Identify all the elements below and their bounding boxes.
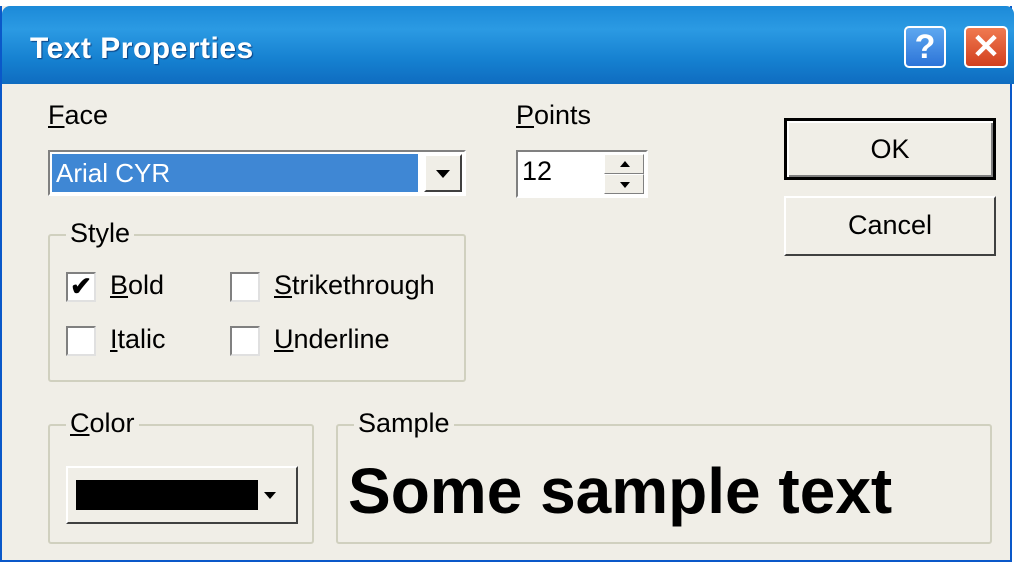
underline-label[interactable]: Underline bbox=[274, 324, 390, 355]
face-dropdown[interactable]: Arial CYR bbox=[48, 150, 466, 196]
chevron-down-icon bbox=[436, 170, 450, 178]
style-legend: Style bbox=[66, 218, 135, 249]
strikethrough-label[interactable]: Strikethrough bbox=[274, 270, 435, 301]
italic-checkbox[interactable] bbox=[66, 326, 96, 356]
arrow-down-icon bbox=[620, 182, 630, 188]
face-label-accelerator: F bbox=[48, 100, 65, 130]
bold-checkbox[interactable]: ✔ bbox=[66, 272, 96, 302]
checkmark-icon: ✔ bbox=[70, 271, 92, 301]
points-increment-button[interactable] bbox=[604, 154, 644, 174]
color-legend: Color bbox=[66, 408, 139, 439]
help-button[interactable]: ? bbox=[904, 26, 946, 68]
style-group: Style ✔ Bold Italic Strikethrough Underl… bbox=[48, 218, 466, 382]
points-label: Points bbox=[516, 100, 591, 131]
bold-label[interactable]: Bold bbox=[110, 270, 164, 301]
italic-accelerator: I bbox=[110, 324, 118, 354]
italic-label[interactable]: Italic bbox=[110, 324, 166, 355]
color-picker-button[interactable] bbox=[66, 466, 298, 524]
title-bar[interactable]: Text Properties ? ✕ bbox=[2, 6, 1014, 84]
underline-checkbox[interactable] bbox=[230, 326, 260, 356]
italic-label-text: talic bbox=[117, 324, 166, 354]
close-button[interactable]: ✕ bbox=[964, 26, 1008, 68]
face-dropdown-button[interactable] bbox=[424, 154, 462, 192]
points-value[interactable]: 12 bbox=[522, 156, 552, 187]
chevron-down-icon bbox=[264, 492, 276, 499]
text-properties-dialog: Text Properties ? ✕ Face Arial CYR Point… bbox=[0, 6, 1014, 562]
close-icon: ✕ bbox=[971, 28, 1001, 66]
points-label-text: oints bbox=[534, 100, 592, 130]
face-selected-value: Arial CYR bbox=[52, 154, 418, 192]
bold-accelerator: B bbox=[110, 270, 129, 300]
strikethrough-checkbox[interactable] bbox=[230, 272, 260, 302]
color-accelerator: C bbox=[70, 408, 90, 438]
underline-label-text: nderline bbox=[293, 324, 390, 354]
sample-preview-text: Some sample text bbox=[348, 455, 893, 527]
help-icon: ? bbox=[914, 28, 936, 66]
bold-label-text: old bbox=[128, 270, 165, 300]
sample-legend: Sample bbox=[354, 408, 454, 439]
face-label-text: ace bbox=[64, 100, 109, 130]
points-decrement-button[interactable] bbox=[604, 174, 644, 194]
strikethrough-label-text: trikethrough bbox=[292, 270, 435, 300]
sample-group: Sample Some sample text bbox=[336, 408, 992, 544]
arrow-up-icon bbox=[620, 161, 630, 167]
strikethrough-accelerator: S bbox=[274, 270, 293, 300]
dialog-title: Text Properties bbox=[30, 32, 254, 65]
ok-button[interactable]: OK bbox=[784, 118, 996, 180]
face-label: Face bbox=[48, 100, 108, 131]
points-label-accelerator: P bbox=[516, 100, 535, 130]
cancel-button[interactable]: Cancel bbox=[784, 196, 996, 256]
color-swatch bbox=[76, 480, 258, 510]
points-spin-buttons bbox=[604, 154, 644, 194]
points-spinbox[interactable]: 12 bbox=[516, 150, 648, 198]
color-legend-text: olor bbox=[89, 408, 135, 438]
underline-accelerator: U bbox=[274, 324, 294, 354]
